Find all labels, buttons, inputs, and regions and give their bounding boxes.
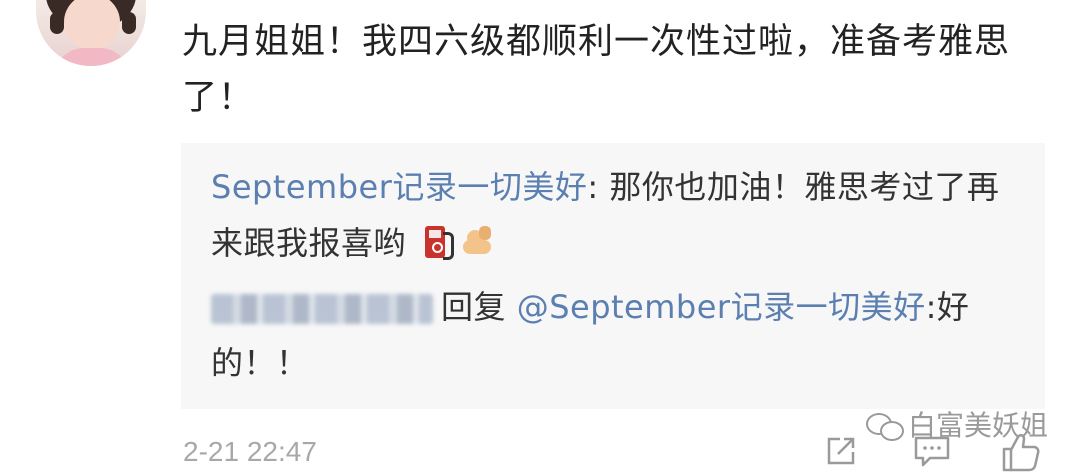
watermark-text: 白富美妖姐 [908,409,1049,442]
reply-box[interactable]: September记录一切美好: 那你也加油！雅思考过了再来跟我报喜哟 回复 @… [181,143,1045,409]
share-icon[interactable] [826,436,856,466]
mention-link[interactable]: @September记录一切美好 [517,288,926,326]
comment-text: 九月姐姐！我四六级都顺利一次性过啦，准备考雅思了！ [182,22,1011,118]
fuel-pump-icon [423,224,454,260]
blurred-username[interactable] [211,294,433,324]
avatar-pigtail-left [50,12,64,34]
author-name[interactable]: September记录一切美好 [211,168,587,206]
comment-timestamp: 2-21 22:47 [183,436,317,467]
reply-label: 回复 [441,288,507,326]
avatar[interactable] [36,0,146,66]
avatar-face [64,0,120,50]
flexed-biceps-icon [459,226,495,258]
comment-item: 九月姐姐！我四六级都顺利一次性过啦，准备考雅思了！ September记录一切美… [0,0,1080,473]
user-reply: 回复 @September记录一切美好:好的！！ [211,279,1021,391]
avatar-pigtail-right [122,12,136,34]
avatar-shirt [54,48,130,66]
author-reply: September记录一切美好: 那你也加油！雅思考过了再来跟我报喜哟 [211,159,1021,271]
watermark: 白富美妖姐 [866,406,1048,446]
wechat-icon [866,411,904,441]
